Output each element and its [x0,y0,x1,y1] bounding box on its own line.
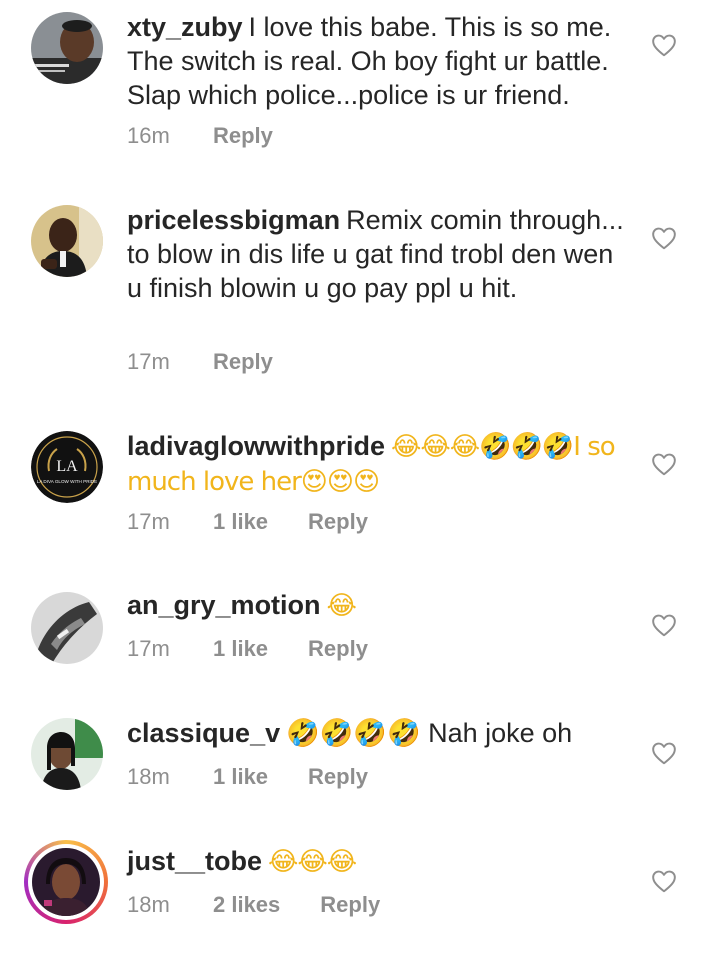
comment-meta: 17m Reply [127,349,273,375]
comment-text: 😂 [326,591,357,621]
comment-meta: 17m 1 like Reply [127,636,368,662]
comment-body: just__tobe 😂😂😂 [127,844,632,879]
avatar-image [32,848,100,916]
heart-icon[interactable] [651,33,677,57]
comment-text: 😂😂😂 [268,847,357,877]
comment-username[interactable]: pricelessbigman [127,205,340,235]
comment-meta: 16m Reply [127,123,273,149]
comment-time: 17m [127,636,170,661]
heart-icon[interactable] [651,741,677,765]
avatar[interactable] [31,12,103,84]
avatar[interactable] [31,718,103,790]
comment-time: 17m [127,349,170,374]
comment-meta: 18m 2 likes Reply [127,892,380,918]
comment-time: 16m [127,123,170,148]
comment-body: classique_v 🤣🤣🤣🤣 Nah joke oh [127,716,632,750]
story-ring [28,844,104,920]
comment-item: pricelessbigman Remix comin through... to… [0,190,720,410]
heart-icon[interactable] [651,226,677,250]
avatar[interactable] [31,592,103,664]
avatar[interactable]: LA LA DIVA GLOW WITH PRIDE [31,431,103,503]
avatar-logo-text: LA [56,458,78,475]
comment-time: 18m [127,764,170,789]
comment-meta: 18m 1 like Reply [127,764,368,790]
comment-username[interactable]: classique_v [127,718,280,748]
comment-time: 18m [127,892,170,917]
comment-text: 🤣🤣🤣🤣 Nah joke oh [286,718,573,748]
heart-icon[interactable] [651,869,677,893]
avatar[interactable] [24,840,108,924]
comment-item: classique_v 🤣🤣🤣🤣 Nah joke oh 18m 1 like Rep… [0,700,720,830]
comment-item: xty_zuby I love this babe. This is so me.… [0,0,720,190]
comment-body: ladivaglowwithpride 😂😂😂🤣🤣🤣I so much love … [127,429,632,499]
reply-button[interactable]: Reply [308,764,368,790]
comment-item: just__tobe 😂😂😂 18m 2 likes Reply [0,830,720,956]
reply-button[interactable]: Reply [308,509,368,535]
like-count[interactable]: 1 like [213,509,268,535]
avatar-logo-caption: LA DIVA GLOW WITH PRIDE [37,479,97,484]
comment-body: pricelessbigman Remix comin through... to… [127,203,632,305]
comment-meta: 17m 1 like Reply [127,509,368,535]
comment-item: LA LA DIVA GLOW WITH PRIDE ladivaglowwit… [0,410,720,570]
comment-body: an_gry_motion 😂 [127,588,632,623]
like-count[interactable]: 1 like [213,636,268,662]
comment-username[interactable]: ladivaglowwithpride [127,431,385,461]
reply-button[interactable]: Reply [213,349,273,375]
comment-time: 17m [127,509,170,534]
heart-icon[interactable] [651,452,677,476]
comment-body: xty_zuby I love this babe. This is so me.… [127,10,632,112]
heart-icon[interactable] [651,613,677,637]
avatar[interactable] [31,205,103,277]
reply-button[interactable]: Reply [320,892,380,918]
comment-username[interactable]: an_gry_motion [127,590,321,620]
like-count[interactable]: 2 likes [213,892,280,918]
comment-item: an_gry_motion 😂 17m 1 like Reply [0,570,720,700]
reply-button[interactable]: Reply [308,636,368,662]
like-count[interactable]: 1 like [213,764,268,790]
comment-username[interactable]: xty_zuby [127,12,243,42]
reply-button[interactable]: Reply [213,123,273,149]
comment-username[interactable]: just__tobe [127,846,262,876]
